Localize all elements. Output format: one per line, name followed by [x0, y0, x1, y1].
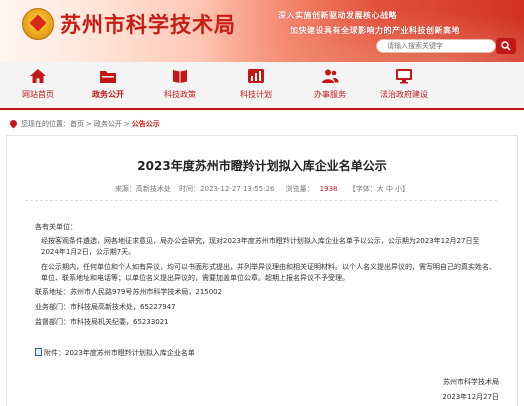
body-paragraph-2: 在公示期内，任何单位和个人如有异议，均可以书面形式提出，并列举异议理由和相关证明…: [41, 263, 496, 282]
views-count: 1938: [319, 185, 338, 193]
signature-org: 苏州市科学技术局: [443, 378, 499, 386]
national-emblem-logo: [22, 8, 54, 40]
contact-address: 联系地址：苏州市人民路979号苏州市科学技术局，215002: [35, 288, 223, 296]
breadcrumb-current[interactable]: 公告公示: [132, 120, 160, 128]
breadcrumb-prefix: 您现在的位置：: [21, 120, 70, 128]
article-panel: 2023年度苏州市瞪羚计划拟入库企业名单公示 来源：高新技术处 时间：2023-…: [6, 135, 518, 406]
breadcrumb-link-gov-affairs[interactable]: 政务公开: [94, 120, 122, 128]
nav-label: 政务公开: [92, 90, 124, 99]
nav-label: 科技计划: [240, 90, 272, 99]
attachment-link[interactable]: 附件：2023年度苏州市瞪羚计划拟入库企业名单: [35, 348, 195, 358]
nav-item-services[interactable]: 办事服务: [290, 68, 370, 100]
nav-item-policy[interactable]: 科技政策: [140, 68, 220, 100]
signature-date: 2023年12月27日: [442, 393, 499, 401]
nav-item-plans[interactable]: 科技计划: [216, 68, 296, 100]
document-icon: [35, 348, 42, 356]
slogan-line-2: 加快建设具有全球影响力的产业科技创新高地: [290, 26, 460, 35]
attachment-label: 附件：2023年度苏州市瞪羚计划拟入库企业名单: [44, 349, 195, 357]
breadcrumb: 您现在的位置：首页 > 政务公开 > 公告公示: [8, 118, 160, 129]
contact-business-dept: 业务部门：市科技局高新技术处，65227947: [35, 303, 176, 311]
site-banner: 苏州市科学技术局 深入实施创新驱动发展核心战略 加快建设具有全球影响力的产业科技…: [0, 0, 524, 62]
article-meta: 来源：高新技术处 时间：2023-12-27 13:55:26 浏览量： 1938…: [7, 184, 517, 194]
nav-label: 办事服务: [314, 90, 346, 99]
home-icon: [30, 69, 46, 83]
nav-label: 法治政府建设: [380, 90, 428, 99]
body-paragraph-1: 经按客观条件遴选，网各地征求意见，局办公会研究，现对2023年度苏州市瞪羚计划拟…: [41, 237, 480, 256]
views-label: 浏览量：: [285, 185, 314, 193]
search-input[interactable]: 请输入搜索关键字: [376, 39, 496, 53]
font-size-switcher[interactable]: 【字体：大 中 小】: [349, 185, 409, 193]
main-nav: 网站首页 政务公开 科技政策 科技计划 办事服务 法治政府建设: [0, 62, 524, 110]
meta-divider: [25, 200, 497, 201]
breadcrumb-separator: >: [123, 120, 130, 128]
salutation: 各有关单位：: [35, 223, 77, 231]
location-pin-icon: [8, 118, 19, 129]
nav-item-home[interactable]: 网站首页: [0, 68, 78, 100]
article-title: 2023年度苏州市瞪羚计划拟入库企业名单公示: [137, 159, 387, 173]
article-source: 来源：高新技术处: [114, 185, 171, 193]
article-time: 时间：2023-12-27 13:55:26: [179, 185, 275, 193]
nav-label: 科技政策: [164, 90, 196, 99]
nav-item-gov-affairs[interactable]: 政务公开: [68, 68, 148, 100]
breadcrumb-link-home[interactable]: 首页: [70, 120, 84, 128]
chart-icon: [248, 69, 264, 83]
book-icon: [173, 70, 187, 83]
folder-icon: [100, 71, 116, 83]
slogan-line-1: 深入实施创新驱动发展核心战略: [278, 11, 397, 20]
site-title[interactable]: 苏州市科学技术局: [60, 9, 236, 39]
nav-label: 网站首页: [22, 90, 54, 99]
breadcrumb-separator: >: [86, 120, 92, 128]
search-button[interactable]: [496, 38, 516, 54]
search-icon: [501, 41, 511, 51]
nav-item-rule-of-law[interactable]: 法治政府建设: [364, 68, 444, 100]
article-views: 浏览量： 1938: [283, 185, 341, 193]
people-icon: [322, 69, 339, 83]
monitor-icon: [396, 69, 412, 84]
contact-supervision-dept: 监督部门：市科技局机关纪委，65233021: [35, 318, 169, 326]
